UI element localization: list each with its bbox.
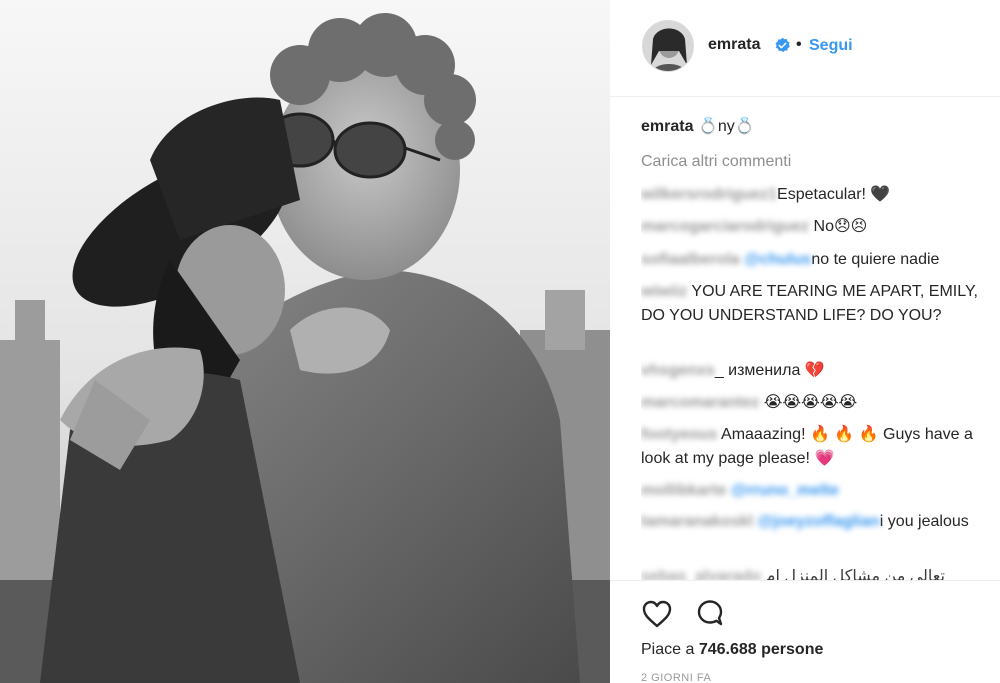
comment-text: 😭😭😭😭😭 (763, 394, 858, 411)
comment-text: YOU ARE TEARING ME APART, EMILY, DO YOU … (641, 283, 978, 324)
comment: mollibkarte @rruno_melte (641, 479, 996, 503)
caption-text: 💍ny💍 (697, 118, 755, 135)
comments-list: emrata 💍ny💍 Carica altri commenti wilker… (641, 115, 1000, 580)
comment: marcomarantez 😭😭😭😭😭 (641, 391, 996, 415)
load-more-comments-button[interactable]: Carica altri commenti (641, 150, 791, 174)
comment: sofiaalberola @chulusno te quiere nadie (641, 248, 996, 272)
post-side-panel: emrata • Segui emrata 💍ny💍 Carica altri … (610, 0, 1000, 683)
separator-dot: • (796, 36, 802, 53)
comment-text: Espetacular! 🖤 (777, 186, 891, 203)
avatar-image (643, 21, 693, 71)
header-username[interactable]: emrata (708, 36, 760, 54)
heart-icon[interactable] (641, 598, 673, 630)
comment-text: تعالي من مشاكل المنزل ام (765, 568, 945, 580)
comment-text: No😞😣 (813, 218, 868, 235)
couple-photo-illustration (0, 0, 610, 683)
comment-username[interactable]: marcomarantez (641, 394, 759, 411)
comment-username[interactable]: sebas_alvarado (641, 568, 761, 580)
comment: marcogarciarodriguez No😞😣 (641, 215, 996, 239)
comment-icon[interactable] (694, 598, 726, 630)
comment-mention[interactable]: @joeyzoffaglian (758, 513, 880, 530)
likes-count[interactable]: Piace a 746.688 persone (641, 641, 823, 659)
comment-username[interactable]: wiwiiz (641, 283, 687, 300)
caption-username[interactable]: emrata (641, 118, 693, 135)
comment-username[interactable]: footyeous (641, 426, 717, 443)
post-photo[interactable] (0, 0, 610, 683)
likes-prefix: Piace a (641, 641, 695, 658)
post-actions: Piace a 746.688 persone 2 GIORNI FA (610, 580, 1000, 683)
caption: emrata 💍ny💍 (641, 115, 996, 139)
comment: tamaranakoskl @joeyzoffagliani you jealo… (641, 510, 996, 534)
likes-number: 746.688 (698, 641, 757, 658)
comment: sebas_alvarado تعالي من مشاكل المنزل ام (641, 565, 996, 580)
verified-badge-icon (775, 37, 790, 53)
comment: wilkersrodriguez1Espetacular! 🖤 (641, 183, 996, 207)
comment-username[interactable]: sofiaalberola (641, 251, 740, 268)
comment-text: _ изменила 💔 (714, 362, 825, 379)
post-header: emrata • Segui (610, 0, 1000, 97)
comment-username[interactable]: mollibkarte (641, 482, 726, 499)
comment-username[interactable]: tamaranakoskl (641, 513, 753, 530)
comment-username[interactable]: wilkersrodriguez1 (641, 186, 777, 203)
comment-username[interactable]: vhsgenxs (641, 362, 715, 379)
comment: vhsgenxs_ изменила 💔 (641, 359, 996, 383)
comment-mention[interactable]: @rruno_melte (731, 482, 839, 499)
comment-username[interactable]: marcogarciarodriguez (641, 218, 809, 235)
comment-mention[interactable]: @chulus (744, 251, 811, 268)
comment: wiwiiz YOU ARE TEARING ME APART, EMILY, … (641, 280, 996, 328)
avatar[interactable] (642, 20, 694, 72)
comment-text: i you jealous (879, 513, 969, 530)
comment: footyeous Amaaazing! 🔥 🔥 🔥 Guys have a l… (641, 423, 996, 471)
follow-button[interactable]: Segui (809, 37, 853, 55)
post-timestamp[interactable]: 2 GIORNI FA (641, 672, 711, 683)
likes-suffix: persone (761, 641, 824, 658)
comment-text: no te quiere nadie (811, 251, 940, 268)
